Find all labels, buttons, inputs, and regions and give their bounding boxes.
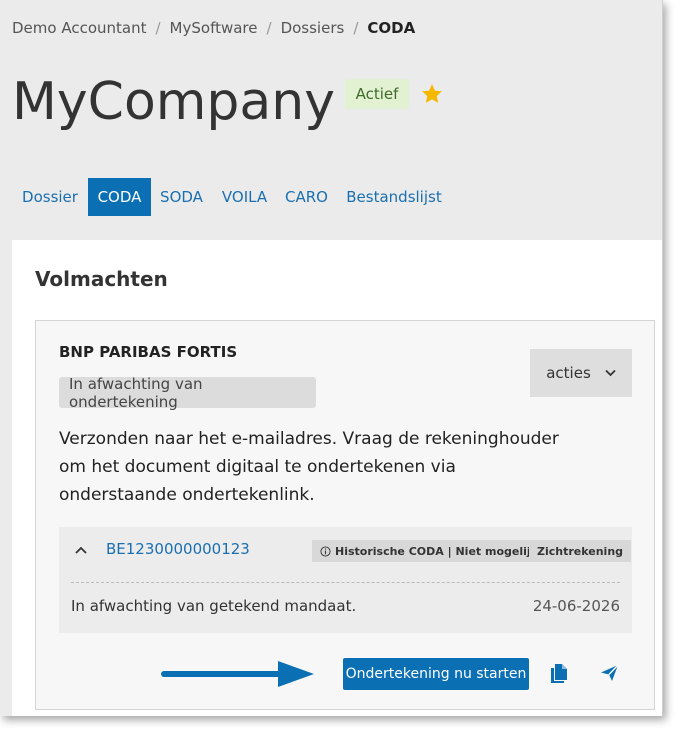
account-row: BE1230000000123 Historische CODA | Niet …: [59, 527, 632, 633]
star-icon[interactable]: [420, 82, 444, 106]
copy-icon[interactable]: [547, 661, 571, 685]
app-window: Demo Accountant / MySoftware / Dossiers / CODA…: [0, 0, 663, 716]
tab-bar: Dossier CODA SODA VOILA CARO Bestandslij…: [12, 178, 452, 216]
tab-soda[interactable]: SODA: [151, 178, 212, 216]
date-text: 24-06-2026: [532, 597, 620, 615]
status-pill: In afwachting van ondertekening: [59, 375, 316, 411]
actions-label: acties: [546, 364, 591, 382]
breadcrumb-separator: /: [353, 19, 359, 37]
arrow-right-icon: [161, 661, 314, 687]
breadcrumb-dossiers[interactable]: Dossiers: [281, 19, 345, 37]
breadcrumb-demo-accountant[interactable]: Demo Accountant: [12, 19, 146, 37]
page-title: MyCompany: [12, 72, 336, 132]
breadcrumb-current: CODA: [367, 19, 416, 37]
chevron-up-icon[interactable]: [74, 545, 88, 555]
breadcrumb-separator: /: [155, 19, 161, 37]
divider: [71, 582, 620, 583]
account-type-tag: Zichtrekening: [529, 540, 632, 562]
send-icon[interactable]: [597, 661, 621, 685]
breadcrumb: Demo Accountant / MySoftware / Dossiers / CODA: [12, 19, 415, 37]
tab-voila[interactable]: VOILA: [212, 178, 277, 216]
chevron-down-icon: [605, 369, 616, 377]
tab-bestandslijst[interactable]: Bestandslijst: [336, 178, 452, 216]
mandate-card: BNP PARIBAS FORTIS In afwachting van ond…: [35, 320, 655, 710]
history-tag-label: Historische CODA | Niet mogelijk: [335, 544, 538, 558]
history-tag: Historische CODA | Niet mogelijk: [312, 540, 546, 562]
pending-text: In afwachting van getekend mandaat.: [71, 597, 357, 615]
main-panel: Volmachten BNP PARIBAS FORTIS In afwacht…: [12, 240, 662, 716]
info-icon: [320, 545, 331, 557]
start-signing-button[interactable]: Ondertekening nu starten: [343, 658, 529, 690]
bank-name: BNP PARIBAS FORTIS: [59, 343, 238, 361]
actions-dropdown-button[interactable]: acties: [530, 349, 632, 397]
status-message: Verzonden naar het e-mailadres. Vraag de…: [59, 429, 559, 505]
tab-caro[interactable]: CARO: [277, 178, 336, 216]
tab-coda[interactable]: CODA: [88, 178, 151, 216]
tab-dossier[interactable]: Dossier: [12, 178, 88, 216]
breadcrumb-mysoftware[interactable]: MySoftware: [170, 19, 258, 37]
breadcrumb-separator: /: [266, 19, 272, 37]
section-title: Volmachten: [35, 267, 168, 291]
account-iban-link[interactable]: BE1230000000123: [106, 540, 250, 558]
status-badge: Actief: [345, 79, 409, 109]
